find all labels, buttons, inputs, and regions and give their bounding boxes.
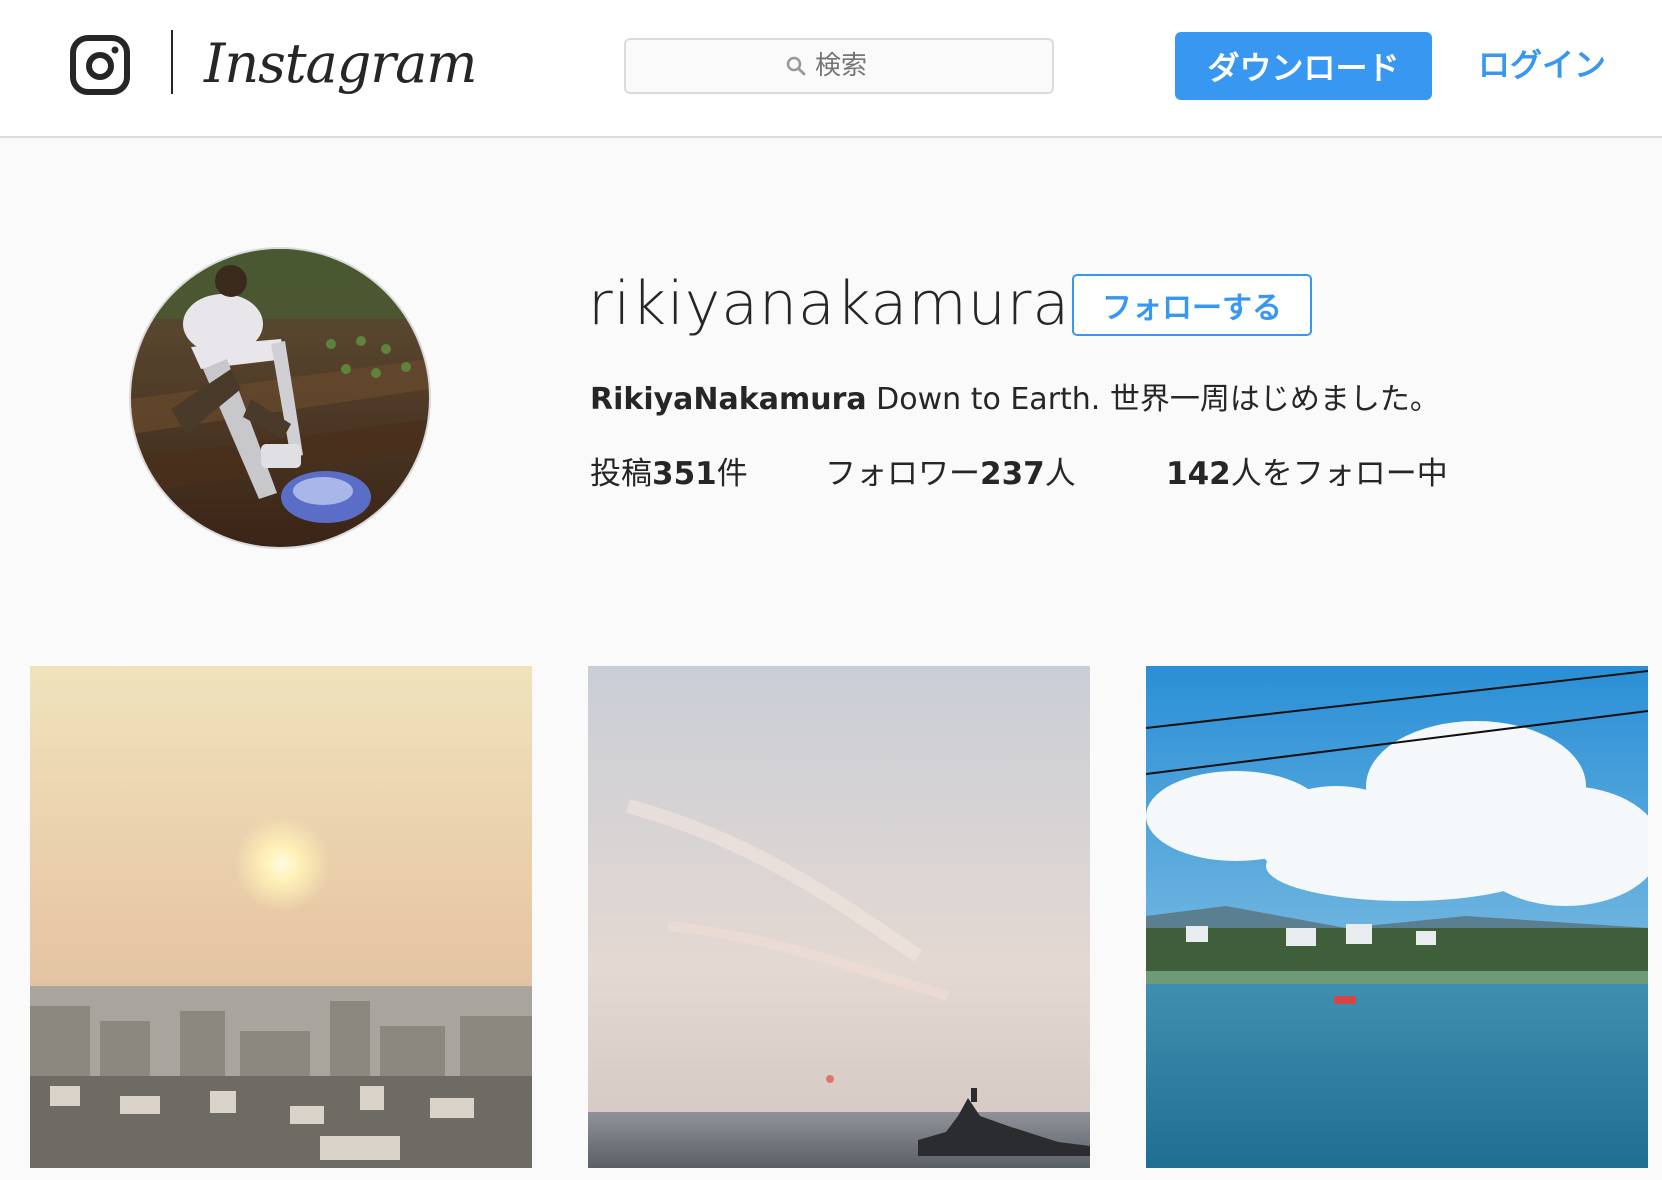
- instagram-wordmark-logo[interactable]: Instagram: [204, 24, 477, 104]
- stat-followers[interactable]: フォロワー237人: [825, 450, 1076, 498]
- search-icon: [786, 56, 806, 76]
- stat-following-count: 142: [1166, 456, 1231, 492]
- profile-avatar: [129, 247, 431, 549]
- profile-bio: RikiyaNakamura Down to Earth. 世界一周はじめました…: [590, 376, 1440, 424]
- post-photo-river-clouds: [1146, 666, 1648, 1168]
- login-link[interactable]: ログイン: [1478, 40, 1606, 90]
- profile-username: rikiyanakamura: [588, 269, 1071, 339]
- download-button[interactable]: ダウンロード: [1175, 32, 1432, 100]
- search-input[interactable]: [815, 51, 893, 81]
- stat-followers-count: 237: [980, 456, 1045, 492]
- post-photo-sea-sunset: [588, 666, 1090, 1168]
- stat-following[interactable]: 142人をフォロー中: [1166, 450, 1448, 498]
- bio-text: Down to Earth. 世界一周はじめました。: [866, 382, 1440, 417]
- stat-following-suffix: 人をフォロー中: [1230, 456, 1448, 492]
- post-thumbnail[interactable]: [30, 666, 532, 1168]
- post-photo-hazy-sunrise-city: [30, 666, 532, 1168]
- bio-full-name: RikiyaNakamura: [590, 382, 867, 417]
- follow-button[interactable]: フォローする: [1072, 274, 1312, 336]
- top-navigation-bar: Instagram ダウンロード ログイン: [0, 0, 1662, 138]
- stat-posts-count: 351: [652, 456, 717, 492]
- post-thumbnail[interactable]: [1146, 666, 1648, 1168]
- logo-divider: [171, 30, 173, 94]
- instagram-camera-icon[interactable]: [70, 35, 130, 95]
- stat-posts-prefix: 投稿: [590, 456, 652, 492]
- post-thumbnail[interactable]: [588, 666, 1090, 1168]
- stat-followers-suffix: 人: [1044, 456, 1076, 492]
- stat-posts-suffix: 件: [716, 456, 748, 492]
- avatar-photo: [131, 249, 429, 547]
- search-box[interactable]: [624, 38, 1054, 94]
- stat-followers-prefix: フォロワー: [825, 456, 980, 492]
- stat-posts: 投稿351件: [590, 450, 748, 498]
